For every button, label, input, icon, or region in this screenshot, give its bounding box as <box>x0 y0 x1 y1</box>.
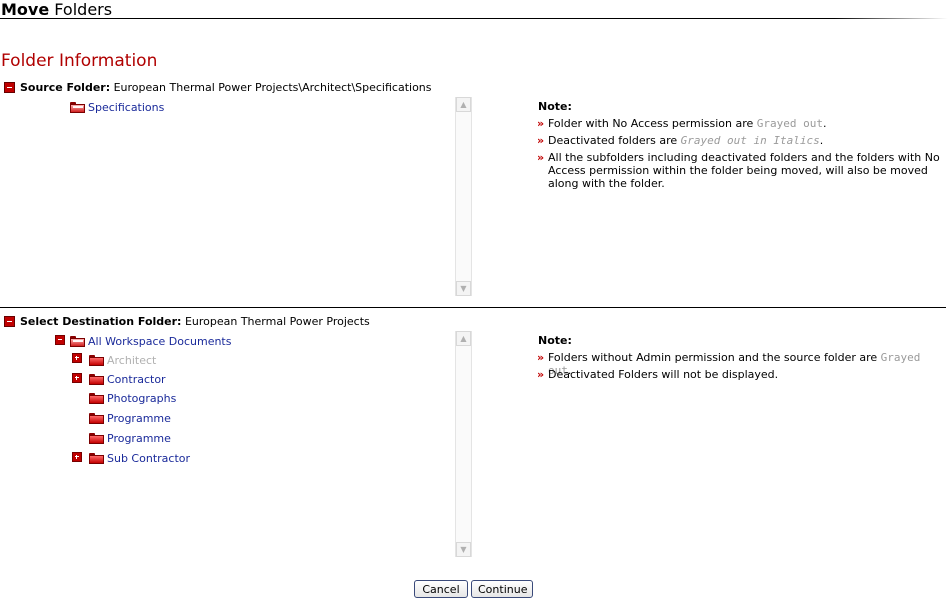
destination-note-item: » Deactivated Folders will not be display… <box>537 368 779 381</box>
collapse-icon[interactable] <box>4 315 15 327</box>
destination-note-title: Note: <box>538 334 572 347</box>
folder-icon <box>89 392 104 404</box>
source-tree-item-label: Specifications <box>88 101 165 114</box>
page-title-bold: Move <box>1 0 50 19</box>
scroll-up-icon[interactable]: ▲ <box>456 97 471 112</box>
source-tree-item[interactable]: Specifications <box>70 101 164 114</box>
scroll-down-icon[interactable]: ▼ <box>456 542 471 557</box>
destination-tree-root-label: All Workspace Documents <box>88 335 232 348</box>
expand-icon[interactable] <box>72 373 82 383</box>
folder-open-icon <box>70 335 85 347</box>
page-title-bar: Move Folders <box>0 0 948 20</box>
scroll-up-icon[interactable]: ▲ <box>456 331 471 346</box>
page-title-rest: Folders <box>49 0 113 19</box>
destination-tree-item[interactable]: Contractor <box>89 373 166 386</box>
destination-tree-item[interactable]: Programme <box>89 412 171 425</box>
collapse-icon[interactable] <box>4 81 15 93</box>
scroll-down-icon[interactable]: ▼ <box>456 281 471 296</box>
source-note-item: » Folder with No Access permission are Gr… <box>537 117 827 130</box>
destination-tree-item-label: Sub Contractor <box>107 452 191 465</box>
source-folder-row: Source Folder: European Thermal Power Pr… <box>4 81 432 94</box>
destination-scrollbar[interactable]: ▲ ▼ <box>455 331 472 557</box>
bullet-icon: » <box>537 134 545 147</box>
destination-tree-item[interactable]: Programme <box>89 432 171 445</box>
source-note-item: » All the subfolders including deactivate… <box>537 151 940 190</box>
destination-folder-label: Select Destination Folder: <box>20 315 182 328</box>
destination-folder-row: Select Destination Folder: European Ther… <box>4 315 370 328</box>
title-rule <box>0 18 948 19</box>
folder-icon <box>89 373 104 385</box>
bullet-icon: » <box>537 117 545 130</box>
section-divider <box>0 307 946 308</box>
destination-tree-item: Architect <box>89 354 156 367</box>
destination-tree-item-label: Photographs <box>107 392 177 405</box>
destination-tree-item[interactable]: Photographs <box>89 392 176 405</box>
source-folder-label: Source Folder: <box>20 81 111 94</box>
source-note-item: » Deactivated folders are Grayed out in I… <box>537 134 824 147</box>
destination-tree-item[interactable]: Sub Contractor <box>89 452 190 465</box>
destination-tree-item-label: Architect <box>107 354 157 367</box>
source-scrollbar[interactable]: ▲ ▼ <box>455 97 472 296</box>
page-title: Move Folders <box>1 0 112 20</box>
folder-icon <box>89 354 104 366</box>
bullet-icon: » <box>537 351 545 364</box>
destination-tree-item-label: Programme <box>107 432 171 445</box>
expand-icon[interactable] <box>72 353 82 363</box>
folder-open-icon <box>70 101 85 113</box>
section-heading: Folder Information <box>1 51 158 71</box>
destination-tree-item-label: Programme <box>107 412 171 425</box>
continue-button[interactable]: Continue <box>471 580 533 598</box>
source-note-title: Note: <box>538 100 572 113</box>
bullet-icon: » <box>537 368 545 381</box>
destination-folder-path: European Thermal Power Projects <box>181 315 370 328</box>
destination-tree-root[interactable]: All Workspace Documents <box>70 335 231 348</box>
bullet-icon: » <box>537 151 545 164</box>
destination-tree-item-label: Contractor <box>107 373 166 386</box>
cancel-button[interactable]: Cancel <box>414 580 468 598</box>
folder-icon <box>89 412 104 424</box>
collapse-tree-icon[interactable] <box>55 335 65 345</box>
folder-icon <box>89 432 104 444</box>
folder-icon <box>89 452 104 464</box>
source-folder-path: European Thermal Power Projects\Architec… <box>110 81 432 94</box>
expand-icon[interactable] <box>72 452 82 462</box>
